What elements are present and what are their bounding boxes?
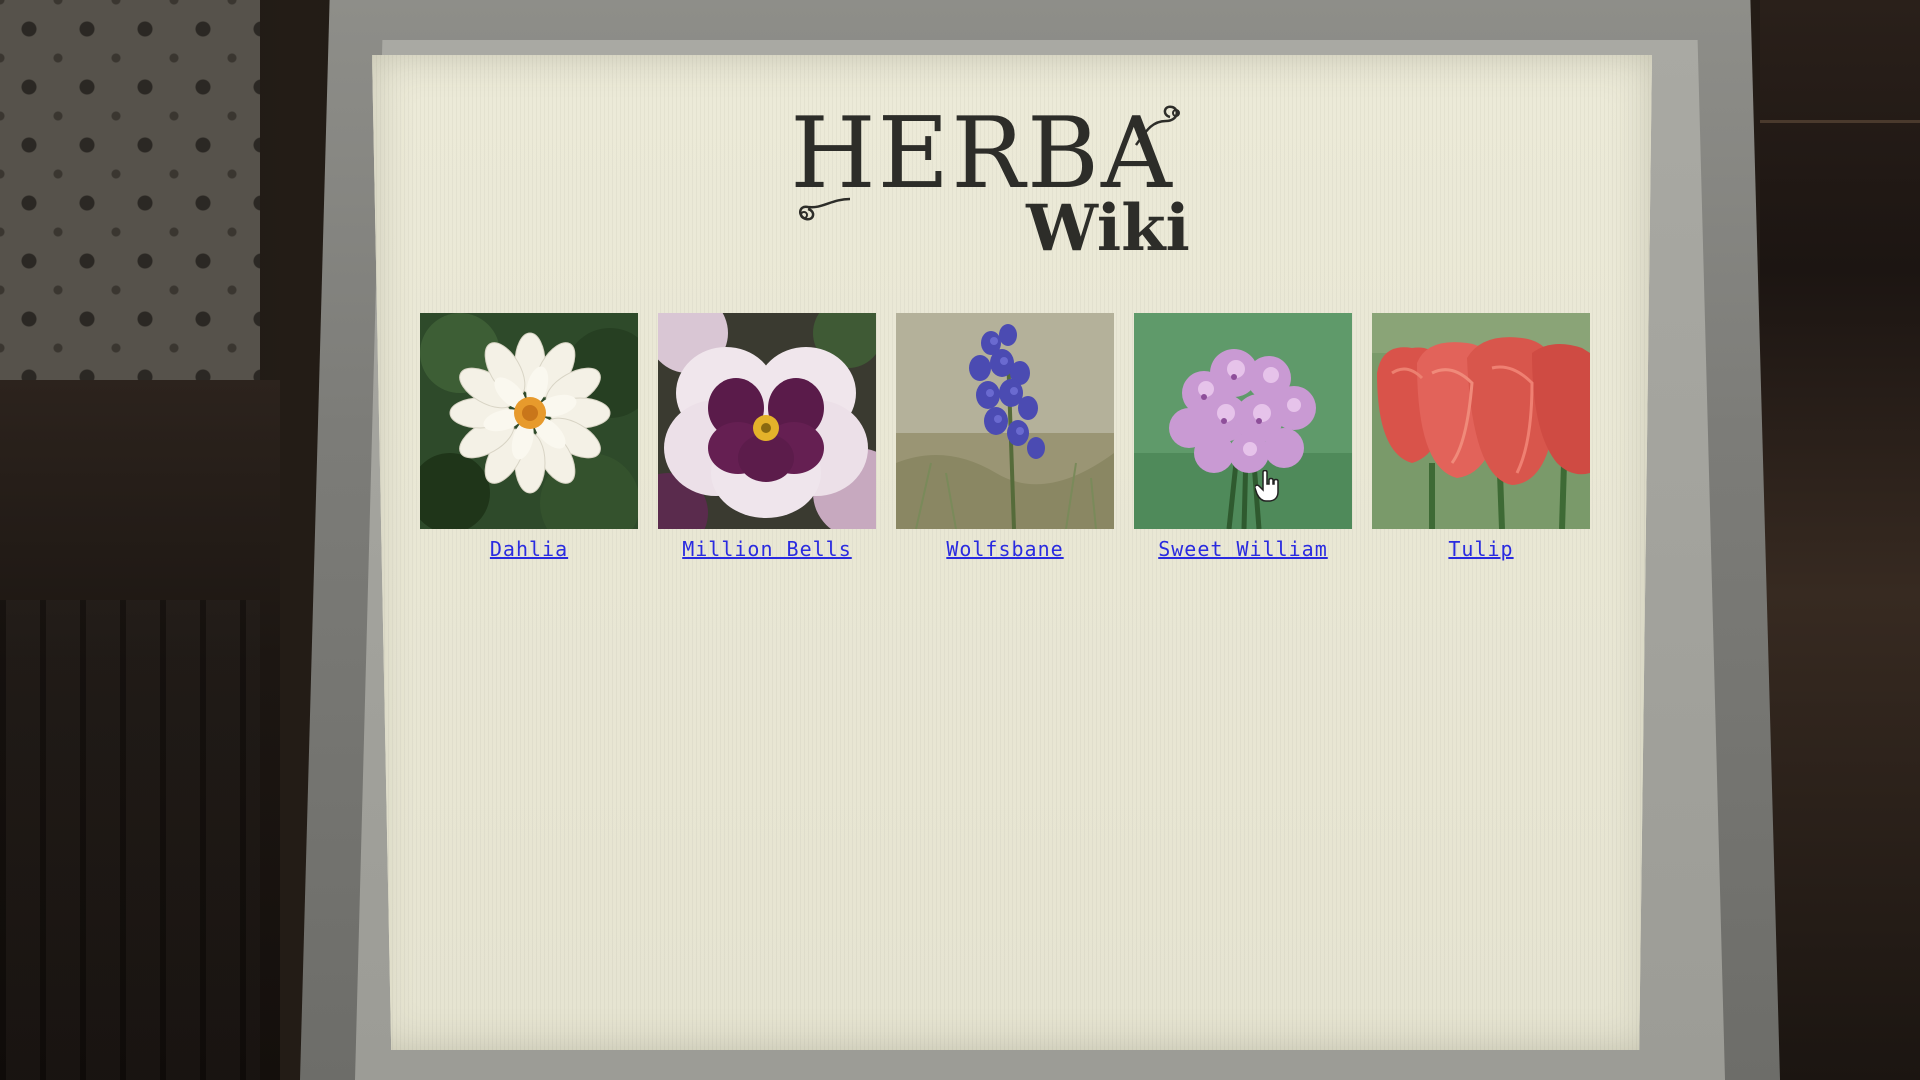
flower-link-wolfsbane[interactable]: Wolfsbane <box>946 537 1063 561</box>
flower-card-dahlia: Dahlia <box>420 313 638 561</box>
red-tulip-photo-icon[interactable] <box>1372 313 1590 529</box>
flower-card-wolfsbane: Wolfsbane <box>896 313 1114 561</box>
white-dahlia-photo-icon[interactable] <box>420 313 638 529</box>
dark-wall-right <box>1760 0 1920 1080</box>
blue-wolfsbane-photo-icon[interactable] <box>896 313 1114 529</box>
flower-card-million-bells: Million Bells <box>658 313 876 561</box>
flower-gallery: Dahlia Million Bells Wolfsbane Sweet Wil… <box>420 313 1620 573</box>
browser-screen: HERBA Wiki Dahlia Million Bells Wolfsban… <box>372 55 1652 1050</box>
flower-card-tulip: Tulip <box>1372 313 1590 561</box>
vine-ornament-right-icon <box>1134 105 1180 146</box>
flower-link-tulip[interactable]: Tulip <box>1448 537 1513 561</box>
hand-pointer-cursor-icon <box>1255 470 1279 502</box>
flower-card-sweet-william: Sweet William <box>1134 313 1352 561</box>
purple-white-flower-photo-icon[interactable] <box>658 313 876 529</box>
vine-ornament-left-icon <box>799 197 851 221</box>
dark-furniture <box>0 380 280 1080</box>
flower-link-dahlia[interactable]: Dahlia <box>490 537 568 561</box>
game-room-background: HERBA Wiki Dahlia Million Bells Wolfsban… <box>0 0 1920 1080</box>
site-logo[interactable]: HERBA Wiki <box>372 105 1652 261</box>
flower-link-sweet-william[interactable]: Sweet William <box>1158 537 1328 561</box>
patterned-wallpaper <box>0 0 260 430</box>
pink-sweet-william-photo-icon[interactable] <box>1134 313 1352 529</box>
flower-link-million-bells[interactable]: Million Bells <box>682 537 852 561</box>
logo-subtitle: Wiki <box>1026 191 1190 266</box>
